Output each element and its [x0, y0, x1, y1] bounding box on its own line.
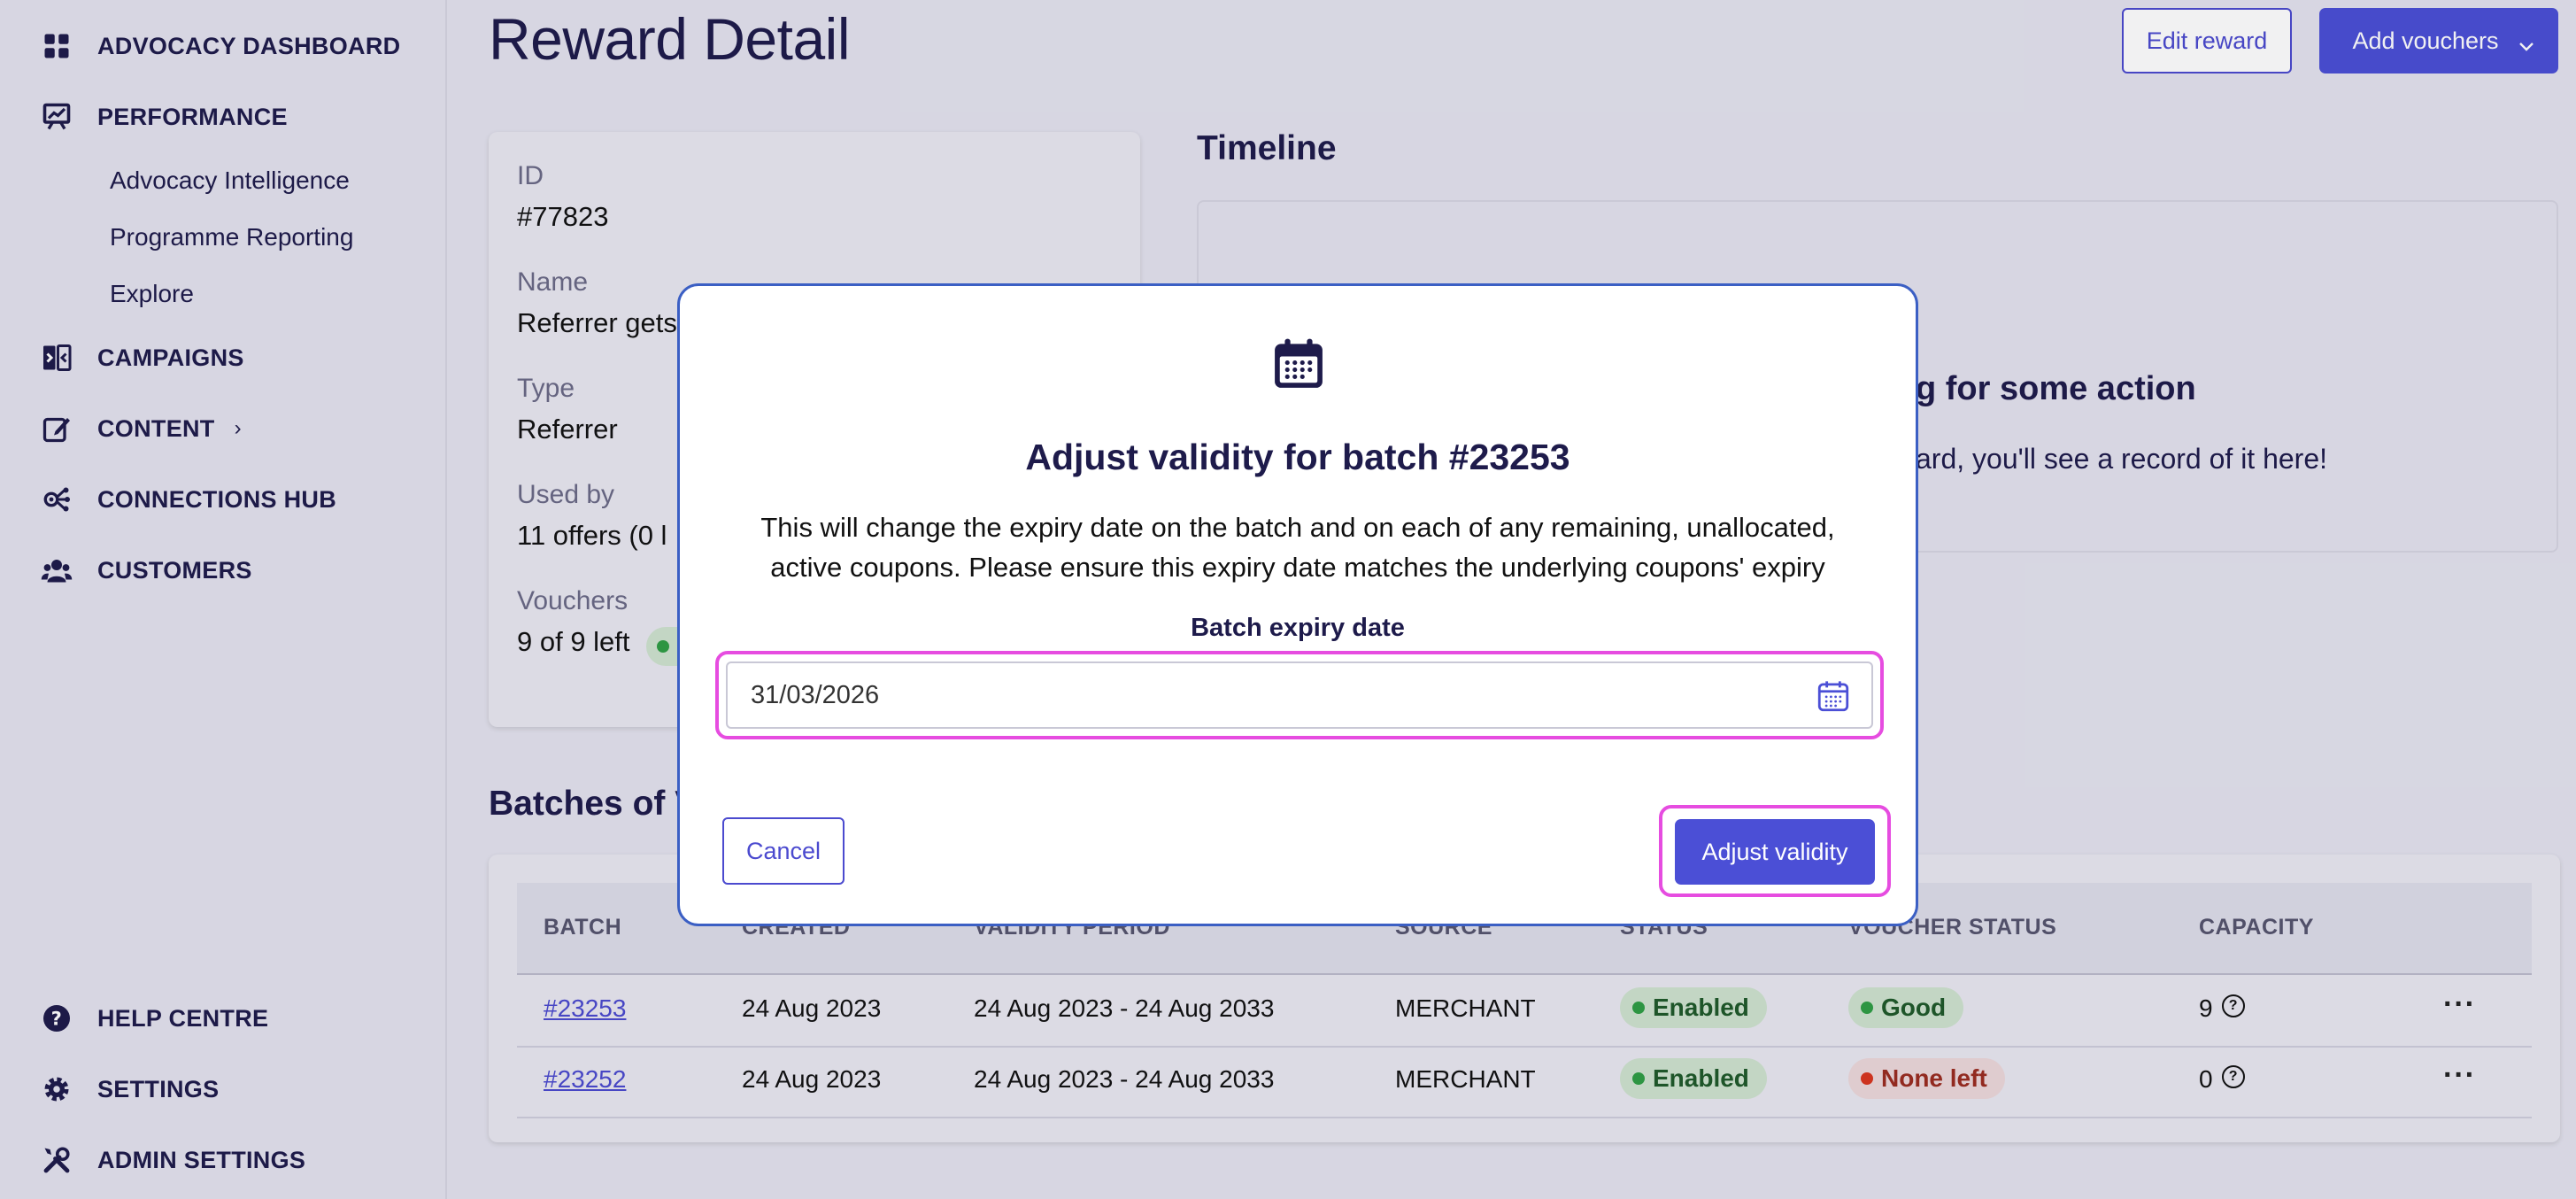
modal-description-line: active coupons. Please ensure this expir…	[770, 552, 1825, 583]
date-field-highlight: 31/03/2026	[715, 651, 1884, 739]
modal-title: Adjust validity for batch #23253	[1025, 437, 1570, 477]
modal-description-line: This will change the expiry date on the …	[760, 512, 1835, 543]
date-input-value: 31/03/2026	[751, 681, 880, 709]
adjust-button-highlight: Adjust validity	[1659, 805, 1891, 897]
batch-expiry-date-input[interactable]: 31/03/2026	[726, 661, 1873, 729]
adjust-validity-button[interactable]: Adjust validity	[1675, 819, 1875, 885]
calendar-picker-icon[interactable]	[1815, 677, 1852, 715]
adjust-validity-modal: Adjust validity for batch #23253 This wi…	[677, 283, 1918, 926]
batch-expiry-date-label: Batch expiry date	[1191, 614, 1405, 642]
modal-description: This will change the expiry date on the …	[733, 507, 1863, 587]
cancel-button[interactable]: Cancel	[722, 817, 845, 885]
calendar-icon	[1269, 334, 1329, 394]
